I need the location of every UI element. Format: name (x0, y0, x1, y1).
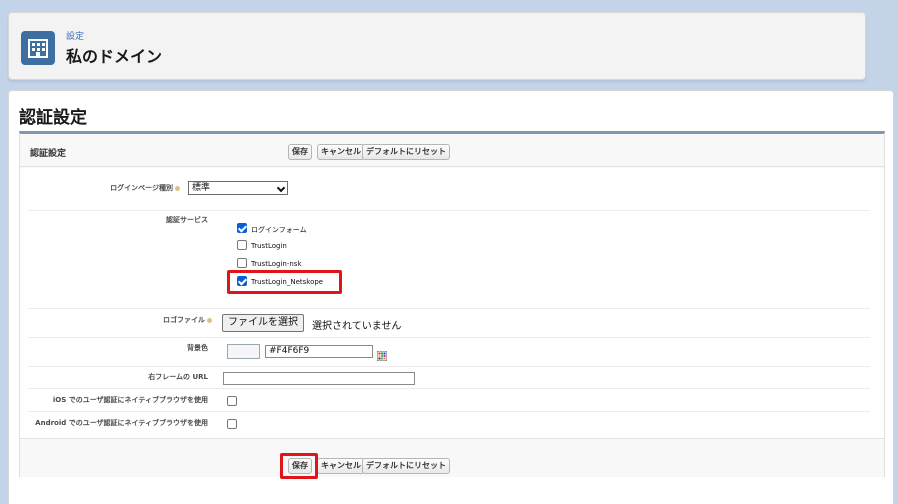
page-title: 私のドメイン (66, 47, 163, 66)
checkbox-trustlogin-nsk[interactable] (237, 258, 247, 268)
save-button-top[interactable]: 保存 (288, 144, 312, 160)
bottom-button-bar (20, 438, 884, 477)
checkbox-ios-native-browser[interactable] (227, 396, 237, 406)
row-divider (28, 411, 870, 412)
chevron-down-icon (276, 183, 286, 193)
logo-file-label: ロゴファイル (120, 315, 212, 325)
login-page-type-select[interactable]: 標準 (188, 181, 288, 195)
page-heading: 認証設定 (19, 108, 87, 128)
section-header: 認証設定 (20, 134, 884, 167)
right-frame-url-label: 右フレームの URL (148, 373, 208, 381)
row-divider (28, 210, 870, 211)
cancel-button-bottom[interactable]: キャンセル (317, 458, 365, 474)
highlight-box-save (280, 453, 318, 479)
android-native-browser-label: Android でのユーザ認証にネイティブブラウザを使用 (35, 419, 208, 427)
checkbox-login-form[interactable] (237, 223, 247, 233)
cancel-button-top[interactable]: キャンセル (317, 144, 365, 160)
trustlogin-nsk-option-label: TrustLogin-nsk (251, 260, 302, 268)
page-header: 設定 私のドメイン (8, 12, 866, 80)
file-status: 選択されていません (312, 321, 402, 332)
trustlogin-option-label: TrustLogin (251, 242, 287, 250)
color-swatch (227, 344, 260, 359)
auth-service-label: 認証サービス (166, 216, 208, 224)
row-divider (28, 337, 870, 338)
highlight-box-netskope (227, 270, 342, 294)
main-content: 認証設定 認証設定 (8, 90, 894, 504)
login-page-type-label: ログインページ種別 (60, 183, 180, 193)
login-form-option-label: ログインフォーム (251, 226, 307, 234)
breadcrumb[interactable]: 設定 (66, 29, 84, 42)
checkbox-trustlogin[interactable] (237, 240, 247, 250)
color-picker-icon[interactable] (376, 346, 388, 362)
reset-default-button-bottom[interactable]: デフォルトにリセット (362, 458, 450, 474)
info-icon (175, 185, 180, 191)
row-divider (28, 388, 870, 389)
background-color-label: 背景色 (187, 344, 208, 352)
choose-file-button[interactable]: ファイルを選択 (222, 314, 304, 332)
row-divider (28, 308, 870, 309)
select-value: 標準 (192, 183, 211, 193)
ios-native-browser-label: iOS でのユーザ認証にネイティブブラウザを使用 (52, 396, 208, 404)
section-title: 認証設定 (30, 149, 67, 159)
background-color-input[interactable]: #F4F6F9 (265, 345, 373, 358)
info-icon (207, 317, 212, 323)
reset-default-button-top[interactable]: デフォルトにリセット (362, 144, 450, 160)
checkbox-android-native-browser[interactable] (227, 419, 237, 429)
row-divider (28, 366, 870, 367)
building-icon (21, 31, 55, 65)
right-frame-url-input[interactable] (223, 372, 415, 385)
